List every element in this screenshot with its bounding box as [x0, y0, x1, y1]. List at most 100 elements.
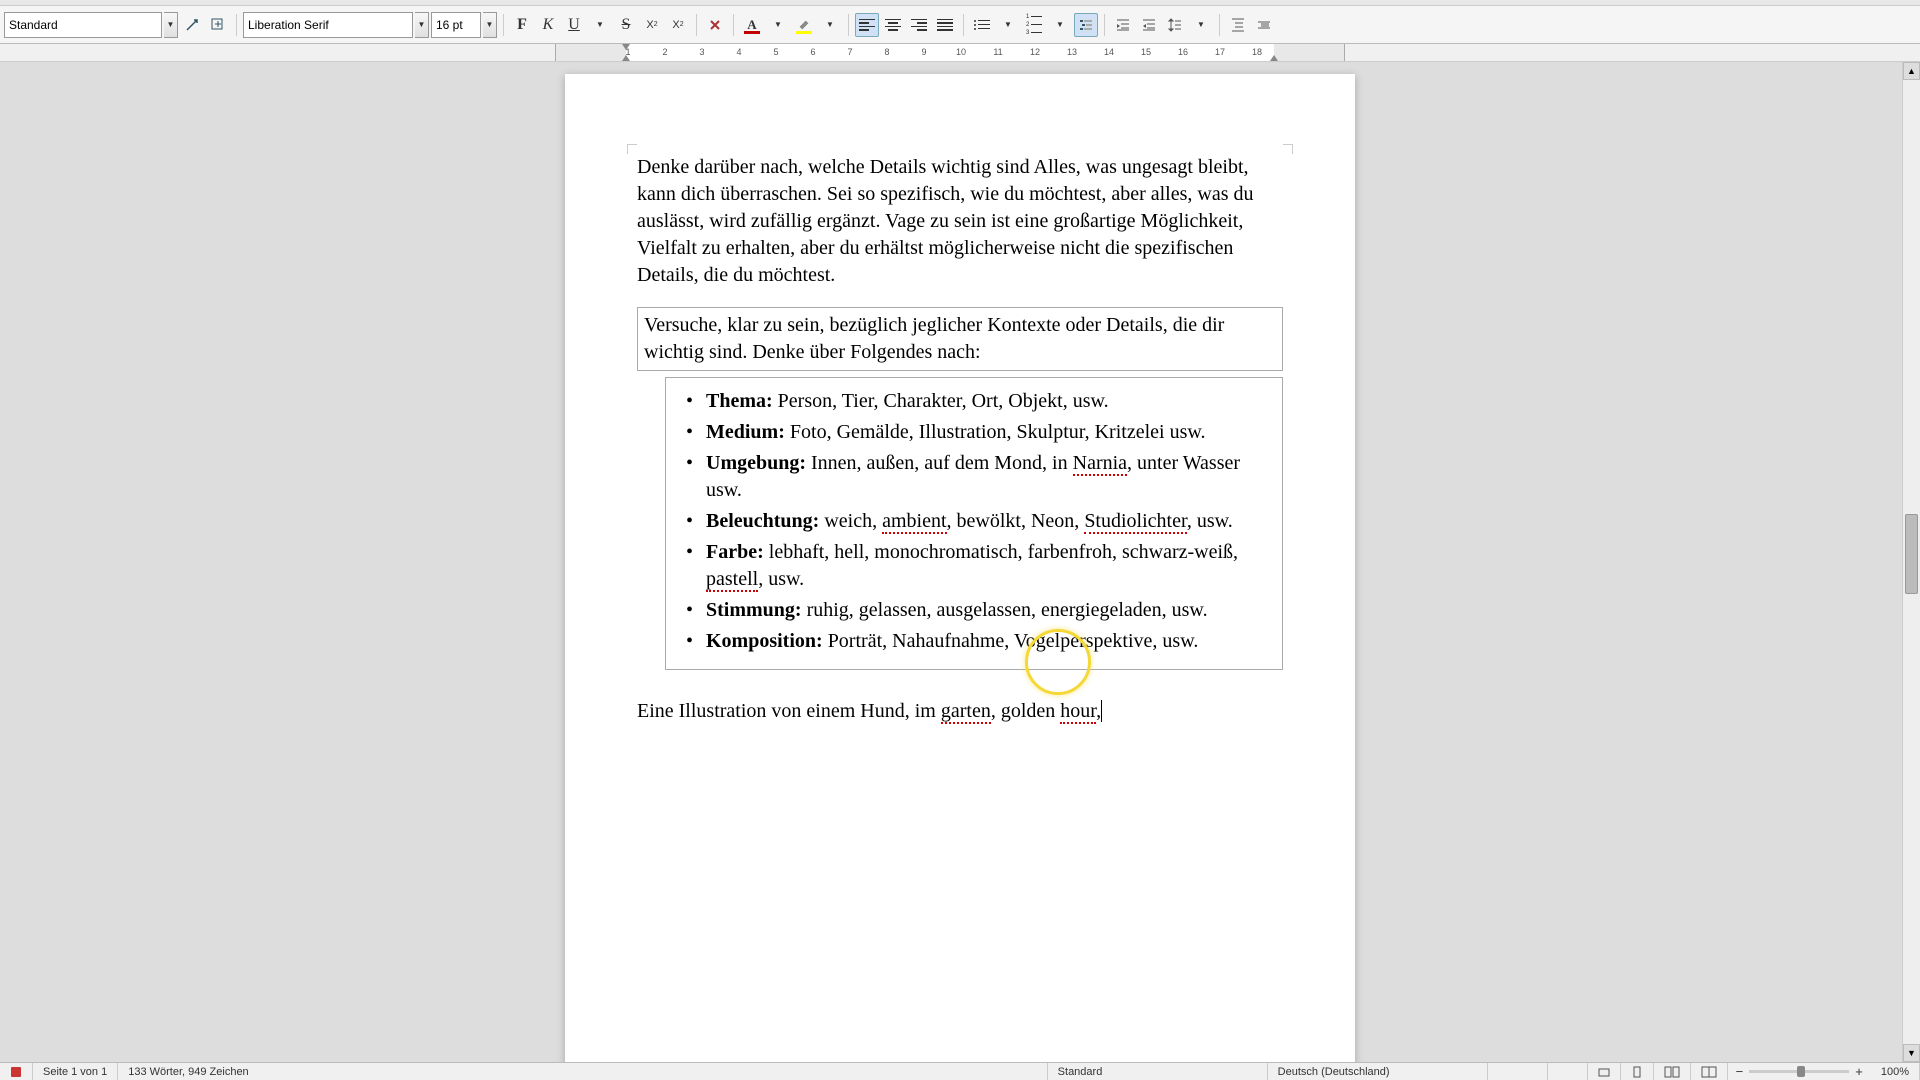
status-language[interactable]: Deutsch (Deutschland) — [1268, 1063, 1488, 1080]
ruler-number: 8 — [884, 47, 889, 57]
criteria-item[interactable]: Stimmung: ruhig, gelassen, ausgelassen, … — [692, 597, 1270, 624]
bullet-list-dropdown-icon[interactable]: ▼ — [996, 13, 1020, 37]
scroll-thumb[interactable] — [1905, 514, 1918, 594]
new-style-icon[interactable] — [206, 13, 230, 37]
zoom-slider[interactable]: − + — [1728, 1064, 1871, 1079]
spell-error[interactable]: pastell — [706, 568, 758, 592]
bold-button[interactable]: F — [510, 13, 534, 37]
ruler-number: 16 — [1178, 47, 1188, 57]
ruler-number: 17 — [1215, 47, 1225, 57]
criteria-label: Medium: — [706, 421, 785, 443]
criteria-item[interactable]: Thema: Person, Tier, Charakter, Ort, Obj… — [692, 388, 1270, 415]
numbered-list-button[interactable]: 123 — [1022, 13, 1046, 37]
view-multi-page-icon[interactable] — [1654, 1063, 1691, 1080]
text-cursor — [1101, 700, 1102, 722]
criteria-item[interactable]: Farbe: lebhaft, hell, monochromatisch, f… — [692, 539, 1270, 593]
ruler-number: 1 — [625, 47, 630, 57]
highlight-color-dropdown-icon[interactable]: ▼ — [818, 13, 842, 37]
vertical-scrollbar[interactable]: ▲ ▼ — [1902, 62, 1920, 1062]
view-book-icon[interactable] — [1691, 1063, 1728, 1080]
font-color-dropdown-icon[interactable]: ▼ — [766, 13, 790, 37]
status-zoom[interactable]: 100% — [1871, 1063, 1920, 1080]
ruler-number: 15 — [1141, 47, 1151, 57]
font-size-select[interactable] — [431, 12, 481, 38]
ruler-number: 10 — [956, 47, 966, 57]
subscript-button[interactable]: X2 — [666, 13, 690, 37]
spell-error[interactable]: Narnia — [1073, 452, 1127, 476]
criteria-item[interactable]: Komposition: Porträt, Nahaufnahme, Vogel… — [692, 628, 1270, 655]
ruler-number: 4 — [736, 47, 741, 57]
ruler-number: 18 — [1252, 47, 1262, 57]
ruler-number: 5 — [773, 47, 778, 57]
increase-indent-button[interactable] — [1111, 13, 1135, 37]
paragraph-style-dropdown-icon[interactable]: ▼ — [164, 12, 178, 38]
paragraph-example[interactable]: Eine Illustration von einem Hund, im gar… — [637, 698, 1283, 725]
numbered-list-dropdown-icon[interactable]: ▼ — [1048, 13, 1072, 37]
status-style[interactable]: Standard — [1048, 1063, 1268, 1080]
view-single-page-icon[interactable] — [1621, 1063, 1654, 1080]
paragraph-intro[interactable]: Denke darüber nach, welche Details wicht… — [637, 154, 1283, 289]
spell-error[interactable]: hour — [1060, 700, 1096, 724]
criteria-label: Komposition: — [706, 630, 823, 652]
increase-paragraph-spacing-button[interactable] — [1226, 13, 1250, 37]
underline-button[interactable]: U — [562, 13, 586, 37]
update-style-icon[interactable] — [180, 13, 204, 37]
ruler-number: 6 — [810, 47, 815, 57]
status-selection-mode[interactable] — [1548, 1063, 1588, 1080]
status-insert-mode[interactable] — [1488, 1063, 1548, 1080]
scroll-up-icon[interactable]: ▲ — [1903, 62, 1920, 80]
paragraph-style-select[interactable] — [4, 12, 162, 38]
margin-corner-icon — [627, 144, 637, 154]
font-name-dropdown-icon[interactable]: ▼ — [415, 12, 429, 38]
zoom-out-icon[interactable]: − — [1736, 1064, 1744, 1079]
status-signature-icon[interactable] — [1588, 1063, 1621, 1080]
criteria-label: Thema: — [706, 390, 773, 412]
scroll-track[interactable] — [1903, 80, 1920, 1044]
font-name-select[interactable] — [243, 12, 413, 38]
intro-box[interactable]: Versuche, klar zu sein, bezüglich jeglic… — [637, 307, 1283, 371]
status-page[interactable]: Seite 1 von 1 — [33, 1063, 118, 1080]
underline-dropdown-icon[interactable]: ▼ — [588, 13, 612, 37]
line-spacing-dropdown-icon[interactable]: ▼ — [1189, 13, 1213, 37]
clear-formatting-icon[interactable] — [703, 13, 727, 37]
spell-error[interactable]: garten — [941, 700, 991, 724]
decrease-paragraph-spacing-button[interactable] — [1252, 13, 1276, 37]
criteria-item[interactable]: Umgebung: Innen, außen, auf dem Mond, in… — [692, 450, 1270, 504]
font-size-dropdown-icon[interactable]: ▼ — [483, 12, 497, 38]
zoom-in-icon[interactable]: + — [1855, 1064, 1863, 1079]
criteria-list-box[interactable]: Thema: Person, Tier, Charakter, Ort, Obj… — [665, 377, 1283, 670]
document-area[interactable]: Denke darüber nach, welche Details wicht… — [0, 62, 1920, 1062]
spell-error[interactable]: ambient — [882, 510, 946, 534]
ruler-number: 13 — [1067, 47, 1077, 57]
criteria-item[interactable]: Medium: Foto, Gemälde, Illustration, Sku… — [692, 419, 1270, 446]
align-right-button[interactable] — [907, 13, 931, 37]
outline-button[interactable] — [1074, 13, 1098, 37]
horizontal-ruler[interactable]: 123456789101112131415161718 — [0, 44, 1920, 62]
superscript-button[interactable]: X2 — [640, 13, 664, 37]
example-text: Eine Illustration von einem Hund, im — [637, 700, 941, 722]
highlight-color-button[interactable] — [792, 13, 816, 37]
criteria-label: Stimmung: — [706, 599, 802, 621]
example-text: , golden — [991, 700, 1060, 722]
ruler-number: 12 — [1030, 47, 1040, 57]
status-word-count[interactable]: 133 Wörter, 949 Zeichen — [118, 1063, 1047, 1080]
ruler-number: 2 — [662, 47, 667, 57]
align-left-button[interactable] — [855, 13, 879, 37]
font-color-button[interactable]: A — [740, 13, 764, 37]
scroll-down-icon[interactable]: ▼ — [1903, 1044, 1920, 1062]
italic-button[interactable]: K — [536, 13, 560, 37]
align-center-button[interactable] — [881, 13, 905, 37]
bullet-list-button[interactable] — [970, 13, 994, 37]
page[interactable]: Denke darüber nach, welche Details wicht… — [565, 74, 1355, 1062]
strikethrough-button[interactable]: S — [614, 13, 638, 37]
spell-error[interactable]: Studiolichter — [1084, 510, 1187, 534]
line-spacing-button[interactable] — [1163, 13, 1187, 37]
status-save-icon[interactable] — [0, 1063, 33, 1080]
align-justify-button[interactable] — [933, 13, 957, 37]
formatting-toolbar: ▼ ▼ ▼ F K U ▼ S X2 X2 A ▼ ▼ ▼ 123 ▼ — [0, 6, 1920, 44]
ruler-number: 7 — [847, 47, 852, 57]
decrease-indent-button[interactable] — [1137, 13, 1161, 37]
criteria-item[interactable]: Beleuchtung: weich, ambient, bewölkt, Ne… — [692, 508, 1270, 535]
ruler-number: 9 — [921, 47, 926, 57]
criteria-label: Beleuchtung: — [706, 510, 819, 532]
